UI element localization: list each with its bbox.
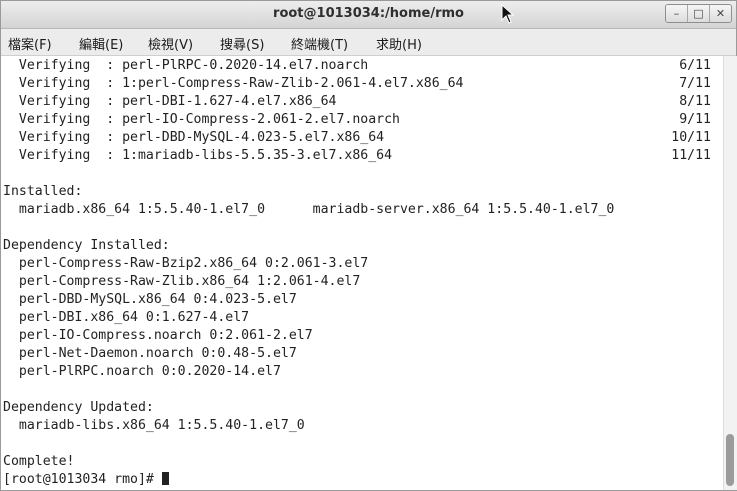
menu-terminal[interactable]: 終端機(T): [291, 34, 348, 53]
terminal-window: root@1013034:/home/rmo – □ ✕ 檔案(F) 編輯(E)…: [0, 0, 737, 491]
menu-search[interactable]: 搜尋(S): [220, 34, 264, 53]
terminal-line: Complete!: [3, 453, 74, 471]
terminal-line: perl-Compress-Raw-Zlib.x86_64 1:2.061-4.…: [3, 273, 360, 291]
vertical-scrollbar[interactable]: [723, 56, 737, 490]
terminal-line: Verifying : perl-DBD-MySQL-4.023-5.el7.x…: [3, 129, 384, 147]
progress-counter: 10/11: [671, 130, 711, 145]
mouse-pointer-icon: [501, 4, 515, 24]
terminal-line: Dependency Installed:: [3, 237, 170, 255]
menu-file[interactable]: 檔案(F): [8, 34, 52, 53]
terminal-line-text: Verifying : 1:mariadb-libs-5.5.35-3.el7.…: [3, 148, 393, 163]
menu-help[interactable]: 求助(H): [376, 34, 422, 53]
terminal-line: perl-DBI.x86_64 0:1.627-4.el7: [3, 309, 249, 327]
terminal-line-text: mariadb-libs.x86_64 1:5.5.40-1.el7_0: [3, 418, 305, 433]
terminal-line: Verifying : perl-DBI-1.627-4.el7.x86_64: [3, 93, 337, 111]
terminal-line: mariadb.x86_64 1:5.5.40-1.el7_0 mariadb-…: [3, 201, 614, 219]
terminal-line-text: Dependency Updated:: [3, 400, 154, 415]
terminal-line-text: mariadb.x86_64 1:5.5.40-1.el7_0 mariadb-…: [3, 202, 615, 217]
scrollbar-thumb[interactable]: [726, 434, 734, 486]
terminal-line: Verifying : perl-IO-Compress-2.061-2.el7…: [3, 111, 400, 129]
terminal-line: Installed:: [3, 183, 82, 201]
terminal-line: perl-IO-Compress.noarch 0:2.061-2.el7: [3, 327, 313, 345]
prompt-line[interactable]: [root@1013034 rmo]#: [3, 471, 169, 489]
shell-prompt: [root@1013034 rmo]#: [3, 472, 162, 487]
terminal-line-text: Verifying : perl-IO-Compress-2.061-2.el7…: [3, 112, 400, 127]
terminal-line: perl-PlRPC.noarch 0:0.2020-14.el7: [3, 363, 281, 381]
close-button[interactable]: ✕: [709, 5, 731, 22]
progress-counter: 7/11: [679, 76, 711, 91]
minimize-button[interactable]: –: [666, 5, 687, 22]
terminal-line-text: perl-PlRPC.noarch 0:0.2020-14.el7: [3, 364, 281, 379]
window-controls: – □ ✕: [665, 4, 732, 23]
terminal-line: Verifying : 1:mariadb-libs-5.5.35-3.el7.…: [3, 147, 392, 165]
terminal-line: perl-Net-Daemon.noarch 0:0.48-5.el7: [3, 345, 297, 363]
terminal-line-text: Verifying : perl-DBI-1.627-4.el7.x86_64: [3, 94, 337, 109]
terminal-line: mariadb-libs.x86_64 1:5.5.40-1.el7_0: [3, 417, 305, 435]
terminal-line: perl-Compress-Raw-Bzip2.x86_64 0:2.061-3…: [3, 255, 368, 273]
progress-counter: 11/11: [671, 148, 711, 163]
window-title: root@1013034:/home/rmo: [273, 6, 464, 21]
terminal-line: Dependency Updated:: [3, 399, 154, 417]
maximize-button[interactable]: □: [687, 5, 709, 22]
menu-bar: 檔案(F) 編輯(E) 檢視(V) 搜尋(S) 終端機(T) 求助(H): [1, 29, 736, 56]
text-cursor: [161, 472, 169, 485]
terminal-line-text: perl-Compress-Raw-Bzip2.x86_64 0:2.061-3…: [3, 256, 369, 271]
terminal-line-text: Dependency Installed:: [3, 238, 170, 253]
menu-view[interactable]: 檢視(V): [148, 34, 193, 53]
terminal-line-text: Verifying : perl-PlRPC-0.2020-14.el7.noa…: [3, 58, 369, 73]
terminal-output[interactable]: Verifying : perl-PlRPC-0.2020-14.el7.noa…: [1, 56, 723, 490]
terminal-line-text: Complete!: [3, 454, 75, 469]
terminal-line-text: perl-Compress-Raw-Zlib.x86_64 1:2.061-4.…: [3, 274, 361, 289]
progress-counter: 8/11: [679, 94, 711, 109]
progress-counter: 9/11: [679, 112, 711, 127]
terminal-line-text: perl-IO-Compress.noarch 0:2.061-2.el7: [3, 328, 313, 343]
terminal-line-text: Verifying : 1:perl-Compress-Raw-Zlib-2.0…: [3, 76, 464, 91]
terminal-line: Verifying : 1:perl-Compress-Raw-Zlib-2.0…: [3, 75, 464, 93]
terminal-line-text: perl-DBI.x86_64 0:1.627-4.el7: [3, 310, 250, 325]
title-bar[interactable]: root@1013034:/home/rmo – □ ✕: [1, 1, 736, 29]
terminal-line-text: perl-DBD-MySQL.x86_64 0:4.023-5.el7: [3, 292, 297, 307]
terminal-line-text: Installed:: [3, 184, 83, 199]
terminal-line-text: Verifying : perl-DBD-MySQL-4.023-5.el7.x…: [3, 130, 385, 145]
menu-edit[interactable]: 編輯(E): [79, 34, 123, 53]
terminal-line: Verifying : perl-PlRPC-0.2020-14.el7.noa…: [3, 57, 368, 75]
terminal-line: perl-DBD-MySQL.x86_64 0:4.023-5.el7: [3, 291, 297, 309]
terminal-line-text: perl-Net-Daemon.noarch 0:0.48-5.el7: [3, 346, 297, 361]
progress-counter: 6/11: [679, 58, 711, 73]
